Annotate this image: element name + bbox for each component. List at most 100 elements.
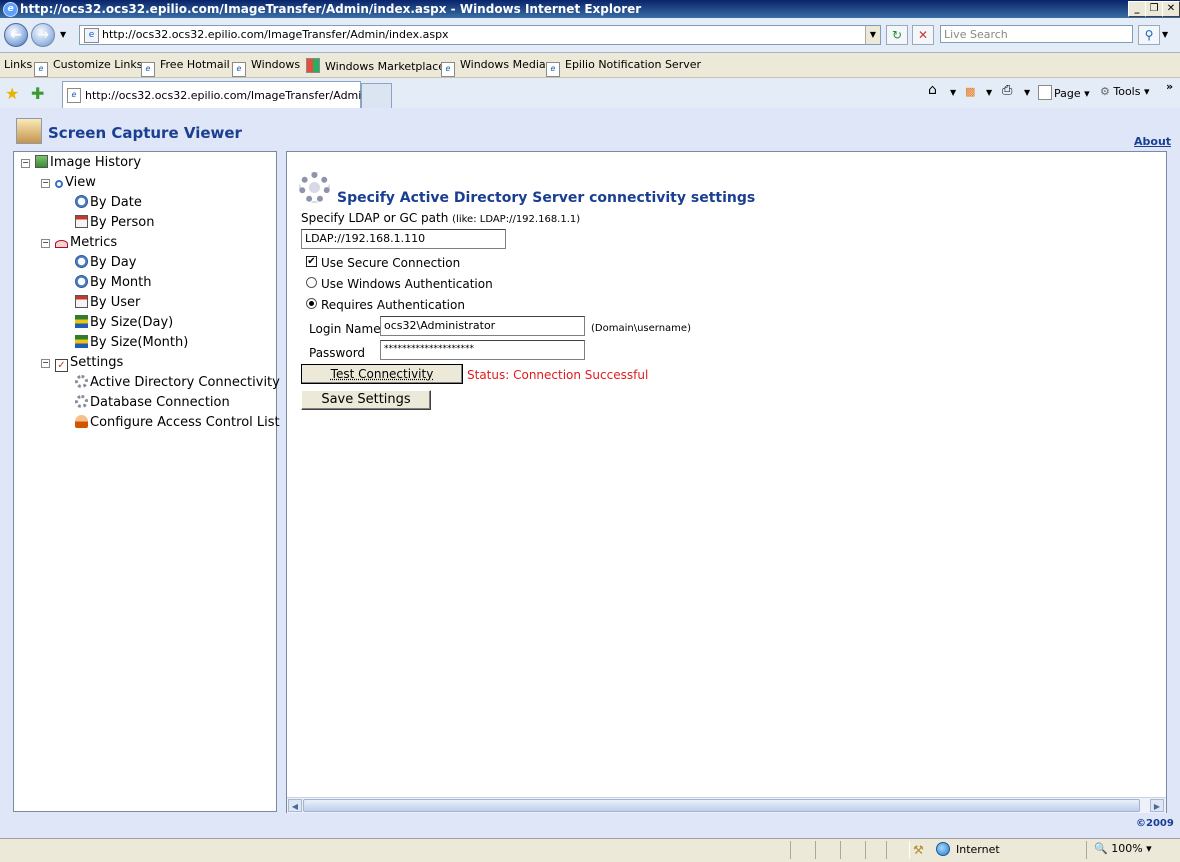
tree-label[interactable]: By Day [90, 255, 136, 270]
minimize-button[interactable]: _ [1128, 1, 1146, 17]
history-dropdown-icon[interactable]: ▼ [60, 30, 66, 39]
tree-label[interactable]: By Size(Month) [90, 335, 188, 350]
ldap-path-input[interactable]: LDAP://192.168.1.110 [301, 229, 506, 249]
home-icon[interactable]: ⌂ [928, 82, 937, 98]
tree-label[interactable]: By Date [90, 195, 142, 210]
link-windows[interactable]: e Windows [232, 58, 300, 77]
favorites-star-icon[interactable]: ★ [5, 84, 19, 103]
save-settings-button[interactable]: Save Settings [301, 390, 431, 410]
home-dropdown-icon[interactable]: ▼ [950, 88, 956, 97]
link-label[interactable]: Epilio Notification Server [565, 58, 701, 71]
chevron-right-icon[interactable]: » [1166, 80, 1173, 93]
tree-label[interactable]: Metrics [70, 235, 117, 250]
tools-menu-label[interactable]: Tools [1113, 85, 1140, 98]
test-connectivity-button[interactable]: Test Connectivity [301, 364, 463, 384]
new-tab-button[interactable] [361, 83, 392, 108]
stop-button[interactable]: ✕ [912, 25, 934, 45]
tree-item-view[interactable]: View [55, 175, 96, 190]
requires-auth-label: Requires Authentication [321, 298, 465, 312]
login-name-input[interactable]: ocs32\Administrator [380, 316, 585, 336]
tree-label[interactable]: Settings [70, 355, 123, 370]
tree-label[interactable]: View [65, 175, 96, 190]
back-button[interactable]: ← [4, 23, 28, 47]
address-field[interactable]: e http://ocs32.ocs32.epilio.com/ImageTra… [79, 25, 881, 45]
link-windows-media[interactable]: e Windows Media [441, 58, 546, 77]
app-title: Screen Capture Viewer [48, 124, 242, 142]
feeds-icon[interactable]: ▩ [965, 85, 975, 98]
collapse-settings-icon[interactable]: − [41, 359, 50, 368]
tree-item-by-date[interactable]: By Date [75, 195, 142, 210]
link-epilio-notification[interactable]: e Epilio Notification Server [546, 58, 701, 77]
tree-item-database-connection[interactable]: Database Connection [75, 395, 230, 410]
tree-label[interactable]: By Person [90, 215, 154, 230]
navigation-tree [13, 151, 277, 812]
windows-auth-radio[interactable] [306, 277, 317, 288]
protected-mode-icon[interactable]: ⚒ [913, 843, 924, 857]
tree-item-by-month[interactable]: By Month [75, 275, 152, 290]
close-button[interactable]: ✕ [1162, 1, 1180, 17]
page-menu-label[interactable]: Page [1054, 87, 1081, 100]
link-free-hotmail[interactable]: e Free Hotmail [141, 58, 230, 77]
window-title: http://ocs32.ocs32.epilio.com/ImageTrans… [20, 2, 642, 16]
link-customize-links[interactable]: e Customize Links [34, 58, 143, 77]
tree-label[interactable]: By Size(Day) [90, 315, 173, 330]
tree-item-by-size-month[interactable]: By Size(Month) [75, 335, 188, 350]
feeds-dropdown-icon[interactable]: ▼ [986, 88, 992, 97]
horizontal-scrollbar[interactable]: ◀ ▶ [287, 797, 1166, 813]
tools-menu[interactable]: ⚙ Tools ▾ [1100, 85, 1150, 98]
tree-item-image-history[interactable]: Image History [35, 155, 141, 170]
zoom-control[interactable]: 🔍 100% ▾ [1094, 842, 1152, 855]
tree-item-active-directory[interactable]: Active Directory Connectivity [75, 375, 280, 390]
scroll-right-arrow-icon[interactable]: ▶ [1150, 799, 1164, 812]
link-label[interactable]: Customize Links [53, 58, 143, 71]
tree-label[interactable]: Database Connection [90, 395, 230, 410]
collapse-image-history-icon[interactable]: − [21, 159, 30, 168]
tree-item-by-size-day[interactable]: By Size(Day) [75, 315, 173, 330]
search-input[interactable]: Live Search [940, 25, 1133, 43]
requires-auth-radio[interactable] [306, 298, 317, 309]
page-menu[interactable]: Page ▾ [1038, 85, 1090, 100]
tab-title[interactable]: http://ocs32.ocs32.epilio.com/ImageTrans… [85, 89, 386, 102]
search-options-icon[interactable]: ▼ [1162, 30, 1168, 39]
link-label[interactable]: Windows Marketplace [325, 60, 445, 73]
status-segment [886, 841, 910, 859]
tree-item-metrics[interactable]: Metrics [55, 235, 117, 250]
tree-label[interactable]: Image History [50, 155, 141, 170]
search-icon[interactable]: ⚲ [1138, 25, 1160, 45]
password-input[interactable]: ******************** [380, 340, 585, 360]
tree-label[interactable]: Configure Access Control List [90, 415, 280, 430]
tab-active[interactable]: e http://ocs32.ocs32.epilio.com/ImageTra… [62, 81, 386, 108]
tree-label[interactable]: By User [90, 295, 140, 310]
ie-logo-icon: e [3, 2, 18, 17]
tree-item-settings[interactable]: ✓ Settings [55, 355, 123, 372]
print-icon[interactable]: ⎙ [1002, 83, 1012, 98]
gauge-icon [55, 240, 68, 248]
link-windows-marketplace[interactable]: Windows Marketplace [306, 58, 445, 73]
collapse-metrics-icon[interactable]: − [41, 239, 50, 248]
refresh-button[interactable]: ↻ [886, 25, 908, 45]
forward-button[interactable]: → [31, 23, 55, 47]
secure-connection-checkbox[interactable]: ✔ [306, 256, 317, 267]
tree-item-by-day[interactable]: By Day [75, 255, 136, 270]
scroll-left-arrow-icon[interactable]: ◀ [288, 799, 302, 812]
add-favorite-icon[interactable]: ✚ [31, 84, 44, 103]
windows-flag-icon [306, 58, 320, 73]
link-label[interactable]: Windows [251, 58, 300, 71]
print-dropdown-icon[interactable]: ▼ [1024, 88, 1030, 97]
tree-item-by-user[interactable]: By User [75, 295, 140, 310]
scroll-thumb[interactable] [303, 799, 1140, 812]
tree-label[interactable]: By Month [90, 275, 152, 290]
security-zone-label[interactable]: Internet [956, 843, 1000, 856]
address-url[interactable]: http://ocs32.ocs32.epilio.com/ImageTrans… [102, 28, 449, 41]
tree-item-by-person[interactable]: By Person [75, 215, 154, 230]
login-hint: (Domain\username) [591, 323, 691, 334]
maximize-button[interactable]: ❐ [1145, 1, 1163, 17]
about-link[interactable]: About [1134, 135, 1171, 148]
tree-item-configure-acl[interactable]: Configure Access Control List [75, 415, 280, 430]
link-label[interactable]: Free Hotmail [160, 58, 230, 71]
link-label[interactable]: Windows Media [460, 58, 546, 71]
zoom-level[interactable]: 100% [1111, 842, 1142, 855]
tree-label[interactable]: Active Directory Connectivity [90, 375, 280, 390]
collapse-view-icon[interactable]: − [41, 179, 50, 188]
address-dropdown-icon[interactable]: ▼ [865, 26, 880, 44]
